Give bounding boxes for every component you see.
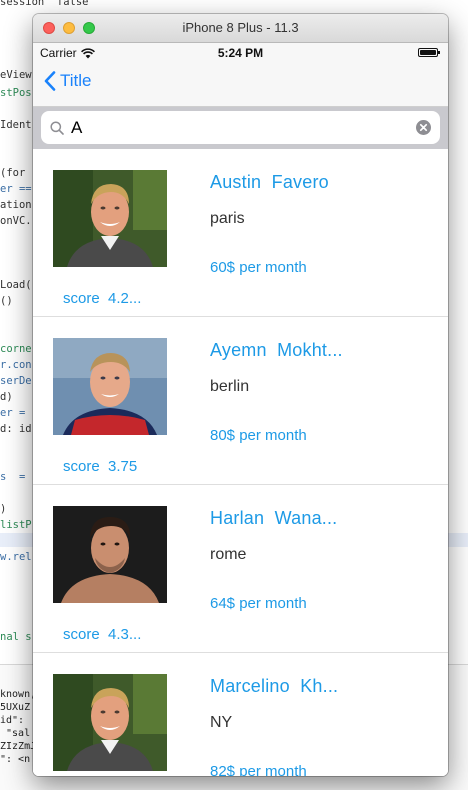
code-line: r.con <box>0 359 32 371</box>
city-label: rome <box>210 546 247 563</box>
console-line: 5UXuZ <box>0 702 31 713</box>
score-label: score 4.2... <box>63 290 142 307</box>
code-line: serDe <box>0 375 32 387</box>
back-label: Title <box>60 71 92 90</box>
avatar <box>53 674 167 771</box>
window-titlebar[interactable]: iPhone 8 Plus - 11.3 <box>33 14 448 43</box>
code-line: corne <box>0 343 32 355</box>
avatar <box>53 338 167 435</box>
simulator-window: iPhone 8 Plus - 11.3 Carrier 5:24 PM Tit… <box>33 14 448 776</box>
code-line: d) <box>0 391 13 403</box>
list-item[interactable]: Austin Favero paris 60$ per month score … <box>33 149 448 317</box>
search-field[interactable] <box>41 111 440 144</box>
navigation-bar: Title <box>33 63 448 107</box>
city-label: berlin <box>210 378 250 395</box>
chevron-left-icon <box>44 71 56 91</box>
search-icon <box>50 120 64 135</box>
clear-text-icon[interactable] <box>416 120 431 135</box>
name-label: Marcelino Kh... <box>210 676 339 696</box>
console-line: known, <box>0 689 37 700</box>
device-screen: Carrier 5:24 PM Title A Austin Favero pa… <box>33 43 448 776</box>
list-item[interactable]: Ayemn Mokht... berlin 80$ per month scor… <box>33 317 448 485</box>
results-list[interactable]: Austin Favero paris 60$ per month score … <box>33 149 448 776</box>
console-line: ZIzZmJ <box>0 741 37 752</box>
code-line: (for <box>0 167 26 179</box>
list-item[interactable]: Marcelino Kh... NY 82$ per month <box>33 653 448 776</box>
price-label: 80$ per month <box>210 427 307 444</box>
code-line: eView <box>0 69 32 81</box>
avatar <box>53 170 167 267</box>
code-line: listP <box>0 519 32 531</box>
name-label: Austin Favero <box>210 172 329 192</box>
code-line: session false <box>0 0 89 8</box>
search-bar <box>33 107 448 149</box>
name-label: Harlan Wana... <box>210 508 338 528</box>
code-line: stPos <box>0 87 32 99</box>
code-line: er = <box>0 407 26 419</box>
code-line: () <box>0 295 13 307</box>
price-label: 60$ per month <box>210 259 307 276</box>
status-time: 5:24 PM <box>217 46 264 60</box>
code-line: w.rel <box>0 551 32 563</box>
window-title: iPhone 8 Plus - 11.3 <box>182 20 299 35</box>
code-line: Ident <box>0 119 32 131</box>
code-line: er == <box>0 183 32 195</box>
console-line: id": <box>0 715 25 726</box>
back-button[interactable]: Title <box>44 71 92 91</box>
avatar <box>53 506 167 603</box>
battery-icon <box>418 48 440 57</box>
console-line: ": <n <box>0 754 31 765</box>
name-label: Ayemn Mokht... <box>210 340 343 360</box>
code-line: ation <box>0 199 32 211</box>
status-bar: Carrier 5:24 PM <box>33 43 448 63</box>
list-item[interactable]: Harlan Wana... rome 64$ per month score … <box>33 485 448 653</box>
price-label: 64$ per month <box>210 595 307 612</box>
code-line: ) <box>0 503 7 515</box>
city-label: paris <box>210 210 245 227</box>
score-label: score 4.3... <box>63 626 142 643</box>
city-label: NY <box>210 714 233 731</box>
code-line: onVC. <box>0 215 32 227</box>
code-line: s = <box>0 471 26 483</box>
code-line: nal s <box>0 631 32 643</box>
search-input[interactable] <box>71 117 416 138</box>
price-label: 82$ per month <box>210 763 307 776</box>
code-line: d: id <box>0 423 32 435</box>
code-line: Load( <box>0 279 32 291</box>
score-label: score 3.75 <box>63 458 138 475</box>
console-line: "sal <box>0 728 31 739</box>
